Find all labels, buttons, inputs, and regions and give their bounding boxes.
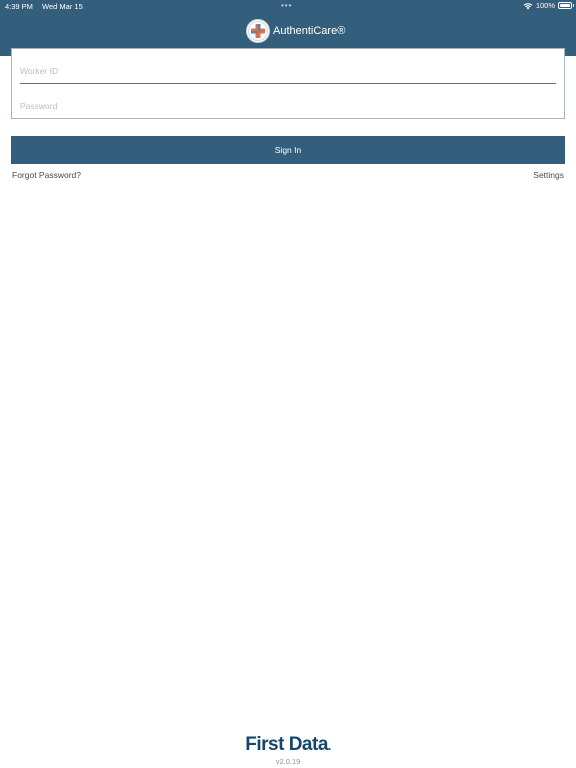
multitasking-dots[interactable]: •••	[281, 1, 292, 10]
sign-in-button[interactable]: Sign In	[11, 136, 565, 164]
field-divider	[20, 83, 556, 84]
app-brand: AuthentiCare®	[246, 19, 345, 43]
battery-level	[560, 4, 570, 7]
status-bar: 4:39 PM Wed Mar 15 ••• 100%	[0, 0, 576, 12]
worker-id-input[interactable]	[20, 60, 556, 82]
status-datetime: 4:39 PM Wed Mar 15	[5, 2, 83, 11]
app-version: v2.0.19	[275, 757, 301, 766]
login-form	[11, 48, 565, 119]
settings-link[interactable]: Settings	[533, 170, 564, 180]
status-time: 4:39 PM	[5, 2, 33, 11]
wifi-icon	[523, 2, 533, 9]
first-data-logo: First Data.	[0, 734, 576, 756]
first-data-wordmark: First Data	[245, 734, 328, 755]
password-input[interactable]	[20, 95, 556, 117]
battery-percentage: 100%	[535, 1, 555, 10]
battery-icon	[558, 2, 574, 9]
first-data-dot: .	[327, 739, 331, 753]
status-indicators: 100%	[523, 1, 574, 10]
authenticare-logo-icon	[246, 19, 270, 43]
app-name: AuthentiCare®	[273, 25, 346, 37]
status-date: Wed Mar 15	[42, 2, 83, 11]
forgot-password-link[interactable]: Forgot Password?	[12, 170, 81, 180]
